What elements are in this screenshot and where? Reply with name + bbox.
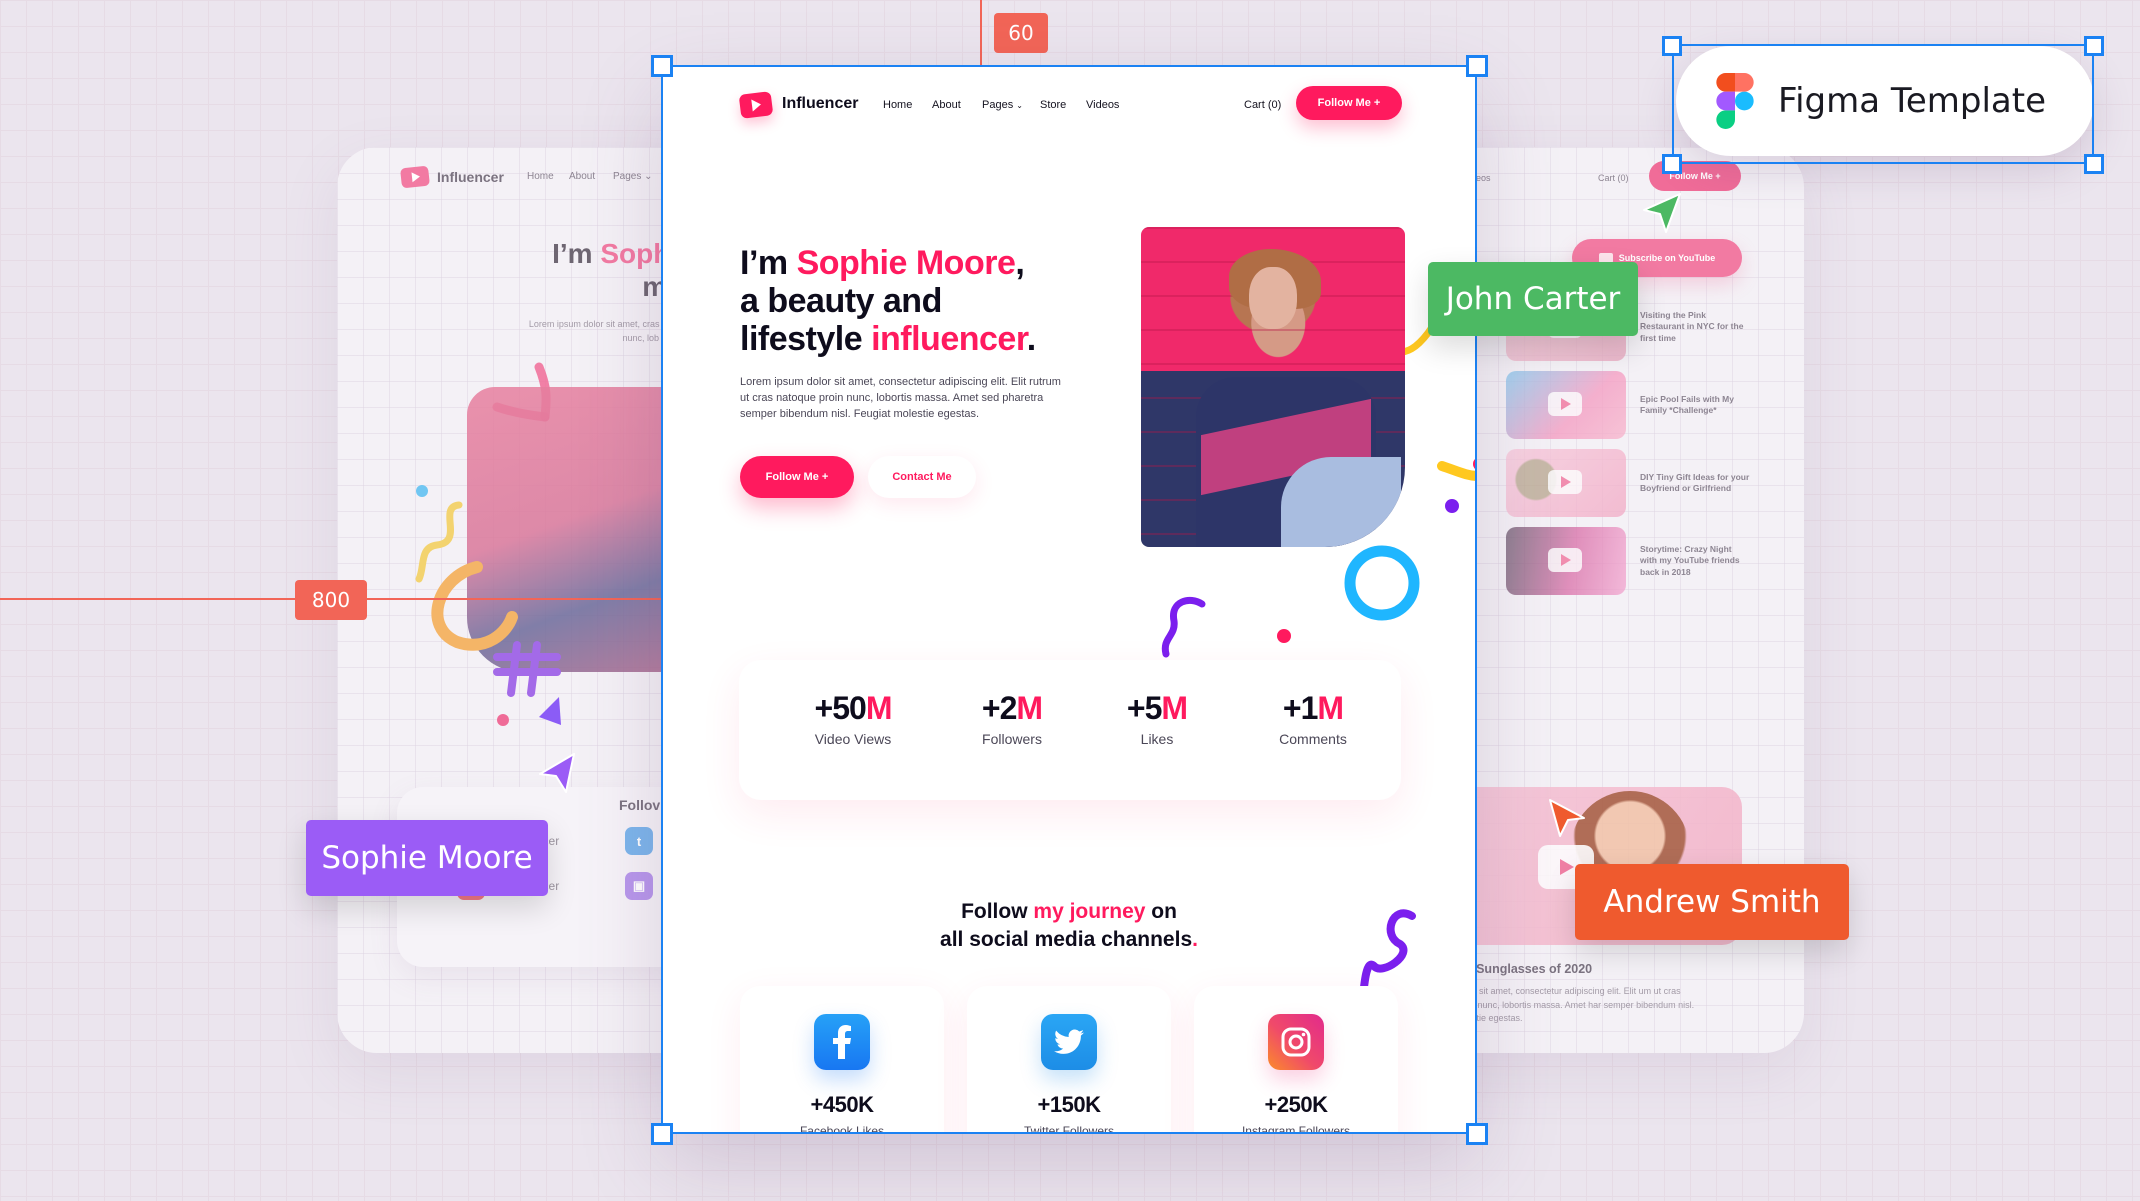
hero-title: I’m Sophie Moore, a beauty and lifestyle… [740, 244, 1036, 358]
video-title: Epic Pool Fails with My Family *Challeng… [1640, 393, 1734, 416]
stat-followers: +2M Followers [981, 690, 1043, 747]
video-thumbnail [1506, 449, 1626, 517]
video-title: Storytime: Crazy Night with my YouTube f… [1640, 543, 1740, 577]
nav-link-videos[interactable]: Videos [1086, 99, 1119, 111]
resize-handle-top-left[interactable] [651, 55, 673, 77]
background-frame-left: Influencer Home About Pages ⌄ I’m Sophie… [337, 147, 717, 1053]
facebook-label: Facebook Likes [799, 1124, 885, 1133]
video-thumbnail [1506, 527, 1626, 595]
badge-handle-top-left[interactable] [1662, 36, 1682, 56]
twitch-icon: ▣ [625, 872, 653, 900]
spacing-guide-vertical [980, 0, 982, 66]
nav-link-pages[interactable]: Pages ⌄ [982, 99, 1023, 111]
collaborator-tag-andrew-smith: Andrew Smith [1575, 864, 1849, 940]
nav-link-home: Home [527, 171, 554, 182]
resize-handle-bottom-right[interactable] [1466, 1123, 1488, 1145]
logo-icon [400, 165, 430, 189]
instagram-label: Instagram Followers [1241, 1124, 1351, 1133]
hero-description: Lorem ipsum dolor sit amet, consectetur … [740, 376, 1061, 420]
resize-handle-bottom-left[interactable] [651, 1123, 673, 1145]
social-card-twitter[interactable]: +150K Twitter Followers [967, 986, 1171, 1133]
nav-link-pages: Pages ⌄ [613, 171, 653, 182]
confetti-decor-bottom [431, 561, 561, 725]
main-design-frame[interactable]: Influencer Home About Pages ⌄ Store Video… [662, 66, 1476, 1133]
video-title: DIY Tiny Gift Ideas for your Boyfriend o… [1640, 471, 1750, 494]
social-card-facebook[interactable]: +450K Facebook Likes [740, 986, 944, 1133]
nav-link-about[interactable]: About [932, 99, 961, 111]
instagram-icon [1268, 1014, 1324, 1070]
twitter-icon [1041, 1014, 1097, 1070]
nav-link-about: About [569, 171, 596, 182]
badge-label: Figma Template [1778, 81, 2047, 121]
collaborator-tag-sophie-moore: Sophie Moore [306, 820, 548, 896]
video-title: Visiting the Pink Restaurant in NYC for … [1640, 309, 1744, 343]
hero-follow-button[interactable]: Follow Me + [740, 456, 854, 498]
top-nav: Influencer Home About Pages ⌄ Store Video… [662, 66, 1476, 146]
stat-comments: +1M Comments [1279, 690, 1347, 747]
facebook-count: +450K [810, 1092, 874, 1117]
video-thumbnail [1506, 371, 1626, 439]
stat-video-views: +50M Video Views [814, 690, 893, 747]
chevron-down-icon: ⌄ [1016, 101, 1023, 110]
play-icon [1548, 470, 1582, 494]
figma-logo-icon [1716, 73, 1754, 129]
brand-name[interactable]: Influencer [782, 95, 858, 113]
collaborator-tag-john-carter: John Carter [1428, 262, 1638, 336]
cart-link[interactable]: Cart (0) [1244, 99, 1281, 111]
video-item: Storytime: Crazy Night with my YouTube f… [1506, 527, 1750, 595]
cart-link: Cart (0) [1598, 173, 1629, 183]
video-item: Epic Pool Fails with My Family *Challeng… [1506, 371, 1750, 439]
nav-link-store[interactable]: Store [1040, 99, 1066, 111]
stats-card: +50M Video Views +2M Followers +5M Likes… [739, 660, 1401, 800]
follow-heading: Follov [619, 797, 661, 813]
video-item: DIY Tiny Gift Ideas for your Boyfriend o… [1506, 449, 1750, 517]
social-card-instagram[interactable]: +250K Instagram Followers [1194, 986, 1398, 1133]
badge-handle-bottom-right[interactable] [2084, 154, 2104, 174]
play-icon [1548, 392, 1582, 416]
figma-template-badge: Figma Template [1676, 46, 2094, 156]
brand-name: Influencer [437, 169, 504, 185]
height-label: 800 [295, 580, 367, 620]
spacing-label-top: 60 [994, 13, 1048, 53]
confetti-decor-front [1161, 461, 1476, 658]
twitter-count: +150K [1037, 1092, 1101, 1117]
stat-likes: +5M Likes [1126, 690, 1188, 747]
logo-icon[interactable] [738, 91, 774, 119]
twitter-label: Twitter Followers [1023, 1124, 1115, 1133]
play-icon [1548, 548, 1582, 572]
cursor-pointer-icon [1549, 799, 1585, 837]
resize-handle-top-right[interactable] [1466, 55, 1488, 77]
facebook-icon [814, 1014, 870, 1070]
follow-me-button[interactable]: Follow Me + [1296, 86, 1402, 120]
badge-handle-bottom-left[interactable] [1662, 154, 1682, 174]
cursor-pointer-icon [539, 753, 575, 793]
contact-me-button[interactable]: Contact Me [868, 456, 976, 498]
cursor-pointer-icon [1643, 193, 1681, 233]
instagram-count: +250K [1264, 1092, 1328, 1117]
badge-handle-top-right[interactable] [2084, 36, 2104, 56]
nav-link-home[interactable]: Home [883, 99, 912, 111]
nav-link-videos: eos [1476, 173, 1491, 183]
twitter-icon: t [625, 827, 653, 855]
